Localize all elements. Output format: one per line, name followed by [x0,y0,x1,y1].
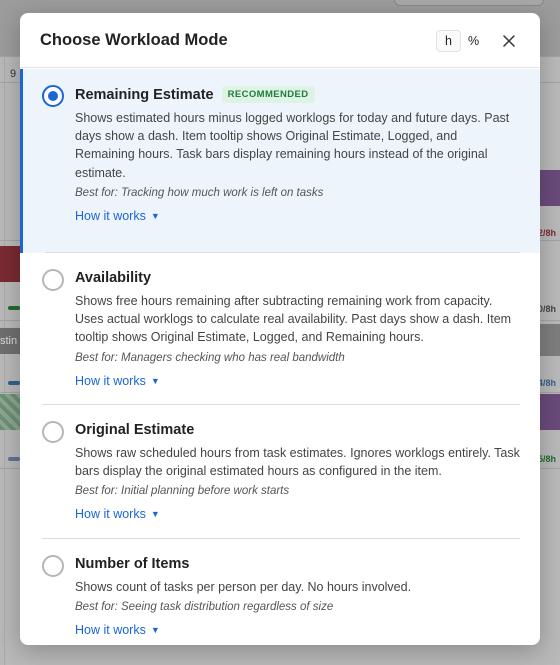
background-hours-label: 5/8h [538,454,557,464]
caret-down-icon: ▼ [150,375,160,386]
background-hours-label: 4/8h [538,378,557,388]
mode-option-original-estimate[interactable]: Original Estimate Shows raw scheduled ho… [20,405,540,539]
background-divider [4,56,5,665]
mode-option-best-for: Best for: Managers checking who has real… [75,351,345,364]
mode-option-title: Availability [75,270,152,286]
mode-option-title: Original Estimate [75,422,195,438]
how-it-works-label: How it works [75,373,146,388]
mode-option-best-for: Best for: Seeing task distribution regar… [75,601,334,614]
how-it-works-link[interactable]: How it works ▼ [75,623,160,637]
background-task-bar [540,170,560,206]
caret-down-icon: ▼ [150,210,160,221]
background-task-bar [540,324,560,356]
background-hours-label: 2/8h [538,228,557,238]
dialog-header: Choose Workload Mode h % [20,13,540,68]
radio-button[interactable] [42,555,64,577]
recommended-badge: RECOMMENDED [221,86,315,103]
mode-option-description: Shows count of tasks per person per day.… [75,580,412,594]
caret-down-icon: ▼ [150,625,160,636]
mode-option-description: Shows free hours remaining after subtrac… [75,294,512,345]
background-progress-bar [8,457,20,461]
background-progress-bar [8,381,20,385]
mode-option-title: Number of Items [75,556,190,572]
mode-option-number-of-items[interactable]: Number of Items Shows count of tasks per… [20,539,540,645]
how-it-works-label: How it works [75,623,146,638]
dialog-title: Choose Workload Mode [40,31,228,49]
unit-hours-button[interactable]: h [436,30,461,52]
mode-option-remaining-estimate[interactable]: Remaining Estimate RECOMMENDED Shows est… [20,69,540,253]
background-row-label: stin [0,328,20,354]
radio-button[interactable] [42,421,64,443]
background-task-bar [0,394,20,430]
how-it-works-link[interactable]: How it works ▼ [75,374,160,388]
mode-option-description: Shows raw scheduled hours from task esti… [75,446,520,479]
caret-down-icon: ▼ [150,509,160,520]
background-progress-bar [8,306,20,310]
how-it-works-link[interactable]: How it works ▼ [75,507,160,521]
workload-mode-dialog: Choose Workload Mode h % Remaining Estim… [20,13,540,645]
mode-option-availability[interactable]: Availability Shows free hours remaining … [20,253,540,405]
background-control [394,0,544,6]
how-it-works-link[interactable]: How it works ▼ [75,209,160,223]
unit-toggle: h % [436,30,486,52]
how-it-works-label: How it works [75,208,146,223]
background-hours-label: 0/8h [538,304,557,314]
close-button[interactable] [498,30,520,52]
background-task-bar [540,394,560,430]
mode-option-description: Shows estimated hours minus logged workl… [75,111,510,180]
mode-option-best-for: Best for: Tracking how much work is left… [75,186,324,199]
radio-button[interactable] [42,269,64,291]
radio-button-selected[interactable] [42,85,64,107]
mode-option-title: Remaining Estimate [75,86,214,103]
background-day-number: 9 [10,68,17,80]
unit-percent-button[interactable]: % [461,30,486,52]
close-icon [503,35,515,47]
mode-options-list: Remaining Estimate RECOMMENDED Shows est… [20,69,540,645]
background-task-bar [0,246,20,282]
mode-option-best-for: Best for: Initial planning before work s… [75,485,290,498]
radio-dot [48,91,58,101]
how-it-works-label: How it works [75,507,146,522]
